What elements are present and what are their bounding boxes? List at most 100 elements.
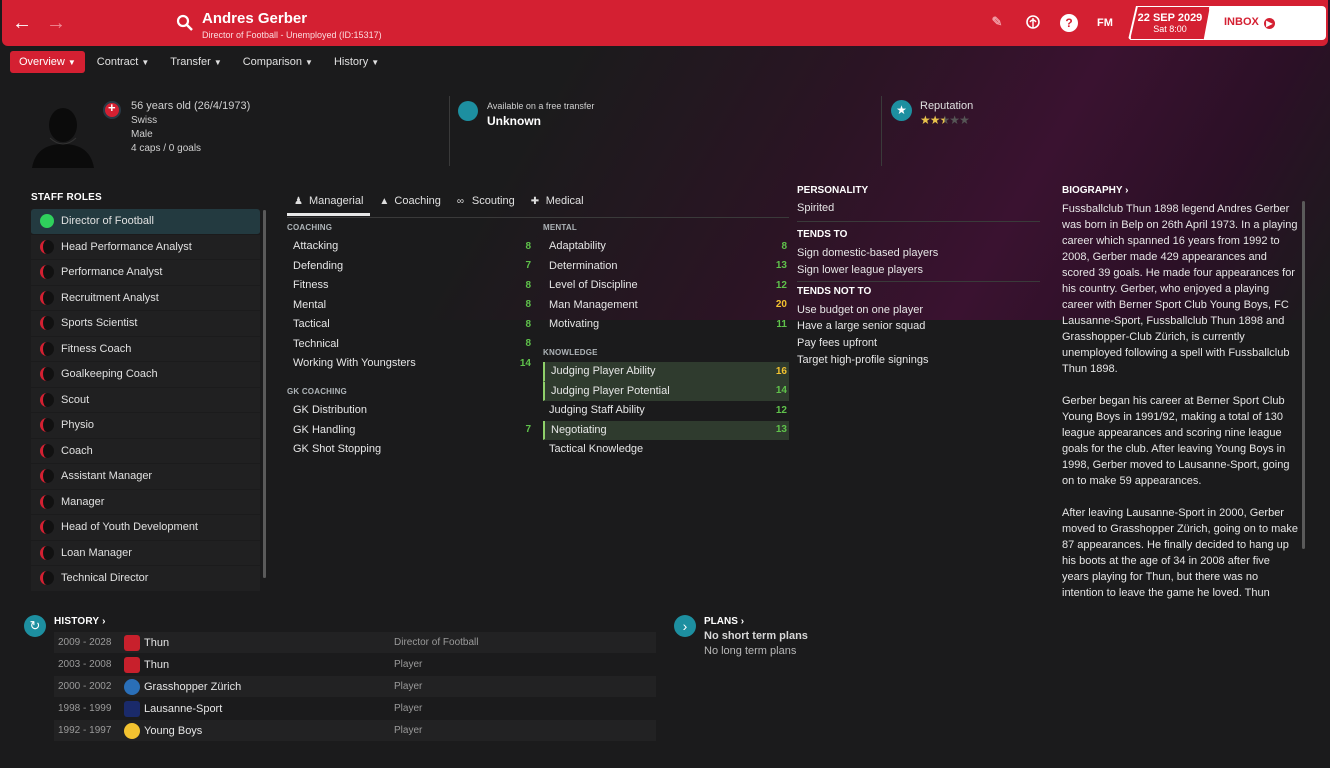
history-club[interactable]: Lausanne-Sport [144,703,394,715]
fm-menu-button[interactable]: FM [1096,14,1114,32]
tab-managerial[interactable]: ♟ Managerial [287,190,371,216]
role-label: Loan Manager [61,546,132,559]
reputation-stars: ★★★★★ [920,113,970,127]
tab-scouting[interactable]: ∞ Scouting [450,190,522,216]
history-club[interactable]: Thun [144,637,394,649]
role-item[interactable]: Scout [31,387,260,413]
page-title: Andres Gerber [202,10,308,27]
arrow-right-circle-icon: ▶ [1263,18,1275,29]
history-years: 1992 - 1997 [58,725,112,736]
table-row[interactable]: 1998 - 1999 Lausanne-Sport Player [54,698,656,720]
role-label: Manager [61,495,105,508]
forward-arrow-icon[interactable]: → [46,13,66,33]
tab-history[interactable]: History ▼ [325,51,388,73]
attribute-value: 14 [775,385,787,397]
attribute-value: 8 [525,279,531,291]
help-icon[interactable]: ? [1060,14,1078,32]
role-item[interactable]: Technical Director [31,566,260,592]
attribute-row: Judging Player Ability 16 [543,362,789,382]
attribute-value: 8 [781,240,787,252]
cone-icon: ▲ [379,196,390,207]
role-label: Director of Football [61,215,154,228]
history-club[interactable]: Young Boys [144,725,394,737]
role-item[interactable]: Fitness Coach [31,336,260,362]
attribute-value: 14 [519,357,531,369]
role-indicator-icon [40,214,54,229]
date-inbox-box[interactable]: 22 SEP 2029 Sat 8:00 INBOX ▶ [1128,6,1326,40]
reputation-label: Reputation [920,100,974,112]
mental-heading: MENTAL [543,223,577,232]
tab-coaching[interactable]: ▲ Coaching [372,190,447,216]
role-label: Fitness Coach [61,342,132,355]
table-row[interactable]: 1992 - 1997 Young Boys Player [54,720,656,742]
role-item[interactable]: Director of Football [31,209,260,235]
attribute-row: Tactical 8 [287,315,533,335]
role-label: Technical Director [61,572,149,585]
inbox-button[interactable]: INBOX ▶ [1224,16,1275,29]
biography-text: Fussballclub Thun 1898 legend Andres Ger… [1062,201,1298,599]
role-item[interactable]: Goalkeeping Coach [31,362,260,388]
role-item[interactable]: Physio [31,413,260,439]
role-label: Sports Scientist [61,317,138,330]
tab-transfer[interactable]: Transfer ▼ [161,51,230,73]
biography-scrollbar[interactable] [1302,201,1305,549]
history-club[interactable]: Grasshopper Zürich [144,681,394,693]
role-item[interactable]: Performance Analyst [31,260,260,286]
role-item[interactable]: Sports Scientist [31,311,260,337]
gender-label: Male [131,129,153,140]
role-item[interactable]: Loan Manager [31,540,260,566]
role-label: Goalkeeping Coach [61,368,158,381]
attribute-value: 8 [525,299,531,311]
attribute-row: Working With Youngsters 14 [287,354,533,374]
tab-overview[interactable]: Overview ▼ [10,51,85,73]
attribute-value: 12 [775,404,787,416]
search-icon[interactable] [176,14,194,32]
attribute-name: Judging Player Potential [551,384,670,397]
biography-link[interactable]: BIOGRAPHY › [1062,185,1129,196]
tab-medical[interactable]: ✚ Medical [524,190,591,216]
attribute-value: 13 [775,260,787,272]
table-row[interactable]: 2003 - 2008 Thun Player [54,654,656,676]
biography-paragraph: After leaving Lausanne-Sport in 2000, Ge… [1062,507,1298,599]
role-item[interactable]: Manager [31,489,260,515]
chevron-down-icon: ▼ [213,58,222,67]
divider [797,221,1040,222]
history-years: 2009 - 2028 [58,637,112,648]
roles-scrollbar[interactable] [263,210,266,578]
attribute-name: Tactical Knowledge [549,443,644,456]
attribute-value: 8 [525,318,531,330]
attribute-name: GK Shot Stopping [293,443,382,456]
role-item[interactable]: Assistant Manager [31,464,260,490]
club-crest-icon [124,656,140,673]
tab-contract[interactable]: Contract ▼ [88,51,159,73]
attribute-row: Level of Discipline 12 [543,276,789,296]
swiss-flag-icon [103,100,121,119]
gk-coaching-heading: GK COACHING [287,387,347,396]
history-link[interactable]: HISTORY › [54,616,106,627]
role-item[interactable]: Head Performance Analyst [31,234,260,260]
history-years: 1998 - 1999 [58,703,112,714]
tab-label: Contract [96,56,139,68]
attribute-row: GK Shot Stopping [287,440,533,460]
knowledge-attributes: Judging Player Ability 16 Judging Player … [543,362,789,460]
biography-paragraph: Gerber began his career at Berner Sport … [1062,395,1290,487]
plans-link[interactable]: PLANS › [704,616,744,627]
role-item[interactable]: Coach [31,438,260,464]
tab-label: Overview [19,56,65,68]
back-arrow-icon[interactable]: ← [12,13,32,33]
time-label: Sat 8:00 [1153,24,1187,34]
role-item[interactable]: Recruitment Analyst [31,285,260,311]
staff-roles-title: STAFF ROLES [31,192,102,203]
history-club[interactable]: Thun [144,659,394,671]
edit-icon[interactable]: ✎ [988,14,1006,32]
divider [881,96,882,166]
table-row[interactable]: 2000 - 2002 Grasshopper Zürich Player [54,676,656,698]
role-label: Head of Youth Development [61,521,198,534]
tends-to-item: Sign lower league players [797,264,923,276]
tab-comparison[interactable]: Comparison ▼ [234,51,322,73]
date-display[interactable]: 22 SEP 2029 Sat 8:00 [1130,6,1210,40]
attribute-name: Adaptability [549,240,606,253]
role-item[interactable]: Head of Youth Development [31,515,260,541]
brain-icon[interactable] [1024,14,1042,32]
table-row[interactable]: 2009 - 2028 Thun Director of Football [54,632,656,654]
